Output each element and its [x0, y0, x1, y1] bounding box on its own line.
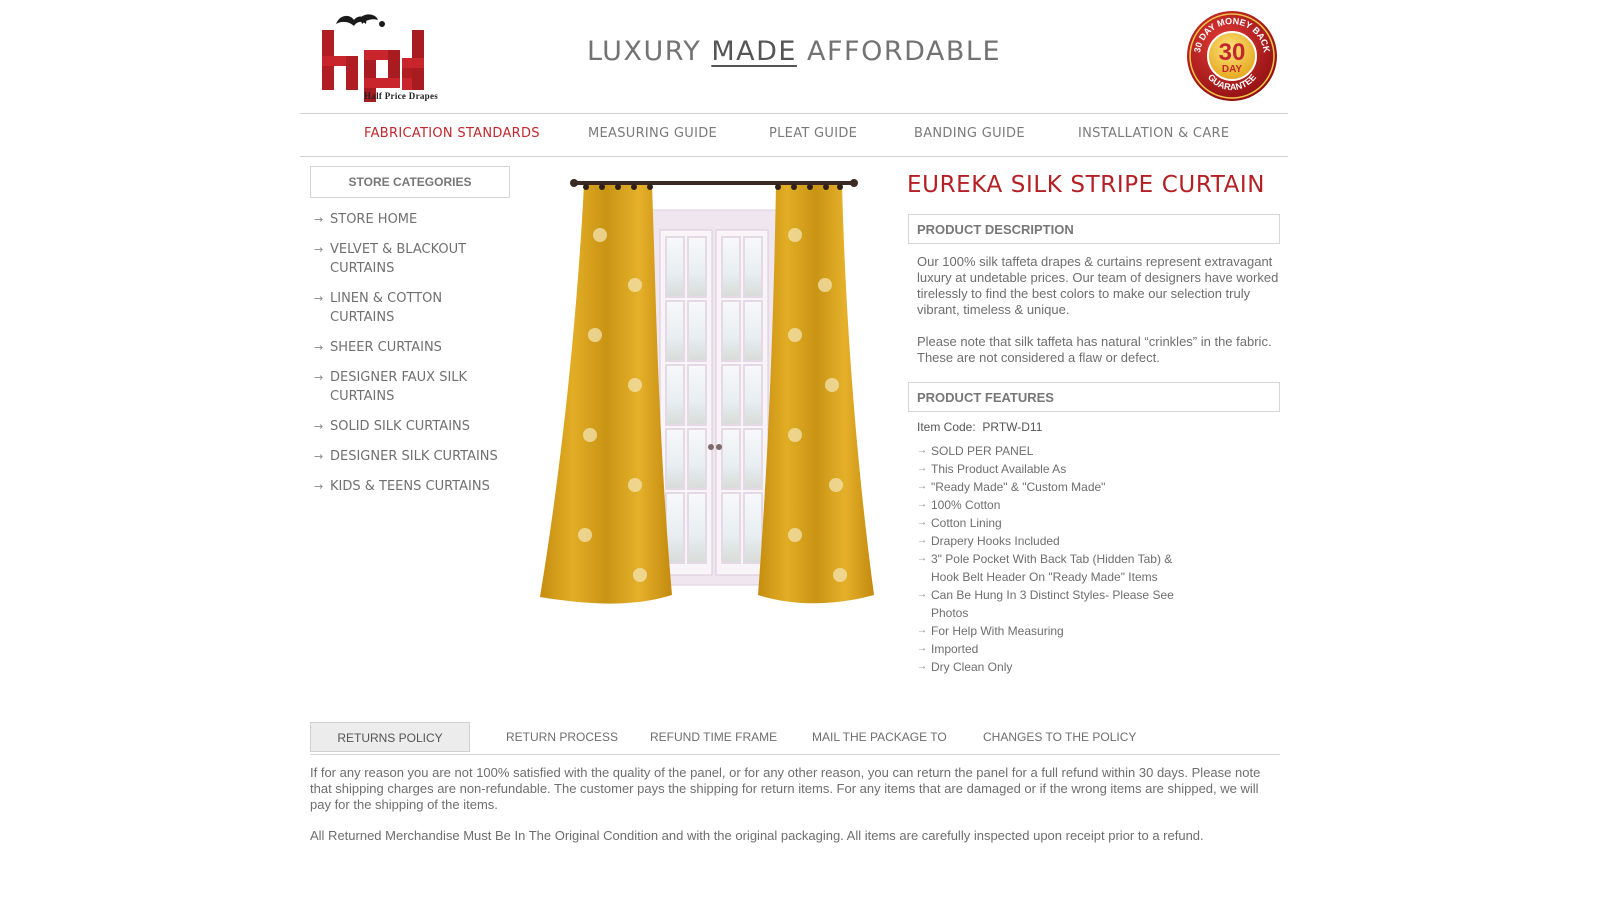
tab-returns-policy[interactable]: RETURNS POLICY [310, 722, 470, 752]
feature-item: → Drapery Hooks Included [917, 532, 1277, 550]
money-back-badge: 30 DAY MONEY BACK GUARANTEE 30 DAY [1186, 10, 1278, 102]
feature-item: → Can Be Hung In 3 Distinct Styles- Pleas… [917, 586, 1191, 622]
arrow-right-icon: → [917, 553, 927, 564]
feature-item: → "Ready Made" & "Custom Made" [917, 478, 1277, 496]
arrow-right-icon: → [314, 341, 324, 354]
tagline-luxury: LUXURY [586, 36, 702, 67]
badge-number: 30 [1219, 39, 1246, 66]
feature-text: Cotton Lining [931, 516, 1002, 530]
category-label: SHEER CURTAINS [330, 340, 442, 355]
feature-text: Drapery Hooks Included [931, 534, 1060, 548]
feature-text: For Help With Measuring [931, 624, 1064, 638]
feature-text: Imported [931, 642, 979, 656]
arrow-right-icon: → [314, 243, 324, 256]
item-code-label: Item Code: [917, 420, 976, 434]
category-label: STORE HOME [330, 212, 418, 227]
item-code: Item Code: PRTW-D11 [917, 420, 1042, 434]
badge-day: DAY [1222, 64, 1243, 75]
category-velvet-blackout[interactable]: → VELVET & BLACKOUT CURTAINS [314, 240, 504, 278]
tab-changes-policy[interactable]: CHANGES TO THE POLICY [983, 722, 1136, 752]
feature-text: This Product Available As [931, 462, 1067, 476]
feature-text: 100% Cotton [931, 498, 1001, 512]
feature-item: → 100% Cotton [917, 496, 1277, 514]
arrow-right-icon: → [917, 463, 927, 474]
guarantee-badge-icon: 30 DAY MONEY BACK GUARANTEE 30 DAY [1187, 11, 1277, 101]
arrow-right-icon: → [314, 420, 324, 433]
category-solid-silk[interactable]: → SOLID SILK CURTAINS [314, 417, 504, 436]
feature-item: → This Product Available As [917, 460, 1277, 478]
feature-item-measuring-help[interactable]: → For Help With Measuring [917, 622, 1277, 640]
category-sheer[interactable]: → SHEER CURTAINS [314, 338, 504, 357]
nav-fabrication-standards[interactable]: FABRICATION STANDARDS [364, 126, 540, 141]
tab-mail-package[interactable]: MAIL THE PACKAGE TO [812, 722, 947, 752]
arrow-right-icon: → [314, 450, 324, 463]
returns-condition-text: All Returned Merchandise Must Be In The … [310, 828, 1204, 843]
arrow-right-icon: → [917, 643, 927, 654]
arrow-right-icon: → [917, 481, 927, 492]
category-label: VELVET & BLACKOUT CURTAINS [330, 242, 467, 276]
nav-banding-guide[interactable]: BANDING GUIDE [914, 126, 1025, 141]
feature-item: → 3" Pole Pocket With Back Tab (Hidden Ta… [917, 550, 1191, 586]
category-designer-faux-silk[interactable]: → DESIGNER FAUX SILK CURTAINS [314, 368, 504, 406]
returns-policy-text: If for any reason you are not 100% satis… [310, 765, 1261, 812]
category-designer-silk[interactable]: → DESIGNER SILK CURTAINS [314, 447, 504, 466]
arrow-right-icon: → [917, 445, 927, 456]
main-nav: FABRICATION STANDARDS MEASURING GUIDE PL… [300, 113, 1288, 157]
tagline: LUXURY MADE AFFORDABLE [300, 36, 1288, 67]
feature-text: SOLD PER PANEL [931, 444, 1034, 458]
tab-return-process[interactable]: RETURN PROCESS [506, 722, 618, 752]
arrow-right-icon: → [917, 517, 927, 528]
product-features-heading: PRODUCT FEATURES [908, 382, 1280, 412]
arrow-right-icon: → [917, 661, 927, 672]
nav-measuring-guide[interactable]: MEASURING GUIDE [588, 126, 717, 141]
description-paragraph-2: Please note that silk taffeta has natura… [917, 334, 1272, 365]
description-paragraph-1: Our 100% silk taffeta drapes & curtains … [917, 254, 1279, 317]
category-label: KIDS & TEENS CURTAINS [330, 479, 490, 494]
arrow-right-icon: → [314, 292, 324, 305]
category-label: LINEN & COTTON CURTAINS [330, 291, 443, 325]
feature-text: "Ready Made" & "Custom Made" [931, 480, 1106, 494]
feature-text: Dry Clean Only [931, 660, 1013, 674]
logo-subtitle: Half Price Drapes [364, 91, 439, 101]
category-store-home[interactable]: → STORE HOME [314, 210, 504, 229]
tab-refund-time-frame[interactable]: REFUND TIME FRAME [650, 722, 777, 752]
product-title: EUREKA SILK STRIPE CURTAIN [907, 172, 1266, 198]
page: Half Price Drapes LUXURY MADE AFFORDABLE [300, 0, 1288, 900]
arrow-right-icon: → [917, 589, 927, 600]
feature-text: Can Be Hung In 3 Distinct Styles- Please… [931, 588, 1174, 620]
feature-item: → SOLD PER PANEL [917, 442, 1277, 460]
feature-item: → Cotton Lining [917, 514, 1277, 532]
feature-item: → Imported [917, 640, 1277, 658]
arrow-right-icon: → [314, 213, 324, 226]
store-categories-heading: STORE CATEGORIES [310, 166, 510, 198]
product-description: Our 100% silk taffeta drapes & curtains … [917, 254, 1292, 366]
category-label: SOLID SILK CURTAINS [330, 419, 471, 434]
features-list: → SOLD PER PANEL → This Product Available … [917, 442, 1277, 676]
nav-pleat-guide[interactable]: PLEAT GUIDE [769, 126, 857, 141]
feature-text: 3" Pole Pocket With Back Tab (Hidden Tab… [931, 552, 1173, 584]
category-linen-cotton[interactable]: → LINEN & COTTON CURTAINS [314, 289, 504, 327]
category-list: → STORE HOME → VELVET & BLACKOUT CURTAINS … [314, 210, 504, 507]
curtain-photo [540, 179, 874, 604]
product-description-heading: PRODUCT DESCRIPTION [908, 214, 1280, 244]
feature-item: → Dry Clean Only [917, 658, 1277, 676]
tagline-affordable: AFFORDABLE [807, 36, 1002, 67]
product-image[interactable] [540, 175, 885, 620]
arrow-right-icon: → [917, 535, 927, 546]
arrow-right-icon: → [314, 371, 324, 384]
item-code-value: PRTW-D11 [982, 420, 1043, 434]
nav-installation-care[interactable]: INSTALLATION & CARE [1078, 126, 1229, 141]
category-kids-teens[interactable]: → KIDS & TEENS CURTAINS [314, 477, 504, 496]
arrow-right-icon: → [314, 480, 324, 493]
tagline-made: MADE [711, 36, 797, 67]
category-label: DESIGNER FAUX SILK CURTAINS [330, 370, 468, 404]
policy-tabs: RETURNS POLICY RETURN PROCESS REFUND TIM… [310, 722, 1280, 755]
arrow-right-icon: → [917, 625, 927, 636]
category-label: DESIGNER SILK CURTAINS [330, 449, 498, 464]
arrow-right-icon: → [917, 499, 927, 510]
